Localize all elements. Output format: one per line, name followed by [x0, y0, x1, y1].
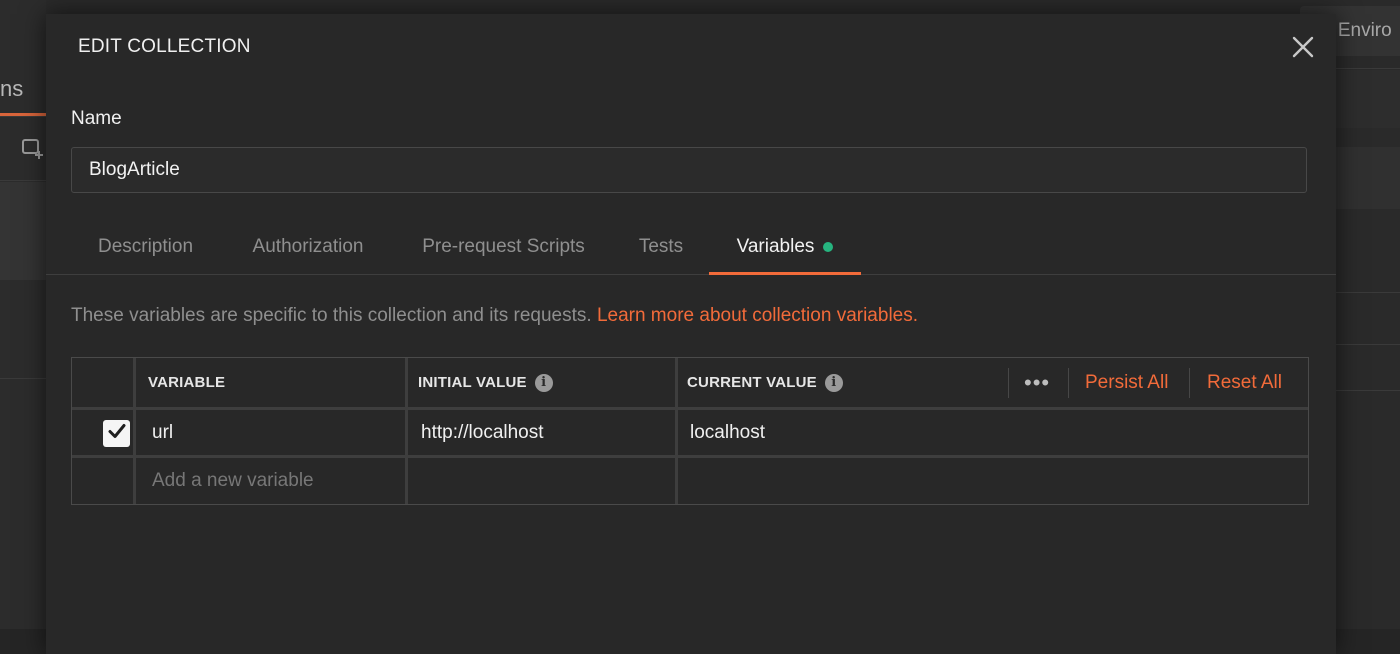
modal-title: EDIT COLLECTION [78, 36, 251, 57]
tab-label: Variables [736, 236, 815, 257]
background-divider [1336, 292, 1400, 293]
tab-label: Authorization [252, 236, 364, 257]
background-row [1336, 70, 1400, 128]
background-right-panel: o Enviro [1300, 0, 1400, 629]
header-separator [1008, 368, 1009, 398]
close-icon [1288, 36, 1318, 66]
name-label: Name [71, 108, 122, 129]
close-button[interactable] [1288, 32, 1318, 62]
info-icon[interactable]: i [824, 373, 843, 392]
background-divider [0, 378, 46, 379]
persist-all-button[interactable]: Persist All [1085, 358, 1168, 407]
column-header-label: CURRENT VALUE [687, 374, 817, 391]
variables-table: VARIABLE INITIAL VALUE i CURRENT VALUE i… [71, 357, 1309, 505]
new-variable-input[interactable]: Add a new variable [152, 458, 402, 504]
column-header-current-value: CURRENT VALUE i [687, 358, 843, 407]
background-top-bar [0, 0, 1400, 14]
background-selected-item [0, 182, 46, 280]
new-current-value-input[interactable] [678, 458, 1306, 504]
variable-name-cell[interactable]: url [152, 410, 402, 456]
column-divider [133, 358, 136, 504]
background-divider [0, 180, 46, 181]
column-header-initial-value: INITIAL VALUE i [418, 358, 553, 407]
background-tab-label: ns [0, 76, 24, 101]
variables-info: These variables are specific to this col… [71, 305, 918, 327]
new-initial-value-input[interactable] [408, 458, 674, 504]
edit-collection-modal: EDIT COLLECTION Name Description Authori… [46, 14, 1336, 654]
tab-bar: Description Authorization Pre-request Sc… [46, 220, 1336, 275]
learn-more-link[interactable]: Learn more about collection variables. [597, 305, 918, 326]
modified-dot [823, 242, 834, 252]
column-header-variable: VARIABLE [148, 358, 225, 407]
tab-tests[interactable]: Tests [624, 220, 698, 274]
background-divider [1336, 344, 1400, 345]
tab-authorization[interactable]: Authorization [238, 220, 378, 274]
tab-label: Tests [638, 236, 684, 257]
tab-description[interactable]: Description [73, 220, 218, 274]
info-text: These variables are specific to this col… [71, 305, 592, 326]
background-divider [0, 116, 46, 117]
row-enabled-checkbox[interactable] [103, 420, 130, 447]
more-icon[interactable]: ••• [1024, 358, 1050, 407]
header-separator [1189, 368, 1190, 398]
collection-name-input[interactable] [71, 147, 1307, 193]
current-value-cell[interactable]: localhost [690, 410, 1290, 456]
new-collection-icon [22, 138, 44, 160]
checkmark-icon [107, 421, 127, 446]
tab-pre-request-scripts[interactable]: Pre-request Scripts [409, 220, 598, 274]
background-divider [1336, 68, 1400, 69]
background-divider [1336, 390, 1400, 391]
tab-variables[interactable]: Variables [709, 220, 861, 275]
initial-value-cell[interactable]: http://localhost [421, 410, 671, 456]
header-separator [1068, 368, 1069, 398]
tab-label: Description [97, 236, 194, 257]
info-icon[interactable]: i [534, 373, 553, 392]
background-sidebar: ns [0, 0, 46, 629]
reset-all-button[interactable]: Reset All [1207, 358, 1282, 407]
background-row [1336, 147, 1400, 209]
tab-label: Pre-request Scripts [422, 236, 585, 257]
column-header-label: INITIAL VALUE [418, 374, 527, 391]
column-header-label: VARIABLE [148, 374, 226, 391]
